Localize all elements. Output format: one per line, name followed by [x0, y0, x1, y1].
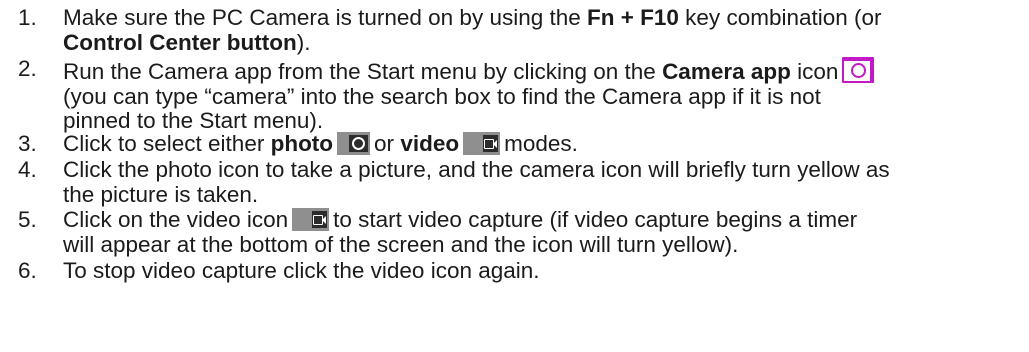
- key-combo: Fn + F10: [587, 5, 679, 30]
- step-number: 5.: [18, 207, 37, 232]
- text-line: To stop video capture click the video ic…: [63, 258, 540, 283]
- text-line: Make sure the PC Camera is turned on by …: [63, 5, 882, 30]
- text-line: Click to select either photo or video mode…: [63, 131, 578, 156]
- text-line: Click on the video icon to start video ca…: [63, 207, 858, 232]
- step-text: To stop video capture click the video ic…: [63, 258, 1023, 284]
- step-number: 4.: [18, 157, 37, 182]
- text-line: will appear at the bottom of the screen …: [63, 231, 739, 257]
- text-line: Control Center button).: [63, 29, 311, 55]
- text-line: Run the Camera app from the Start menu b…: [63, 57, 1023, 85]
- video-icon: [292, 208, 330, 231]
- step-text: Click the photo icon to take a picture, …: [63, 157, 1023, 207]
- text-line: the picture is taken.: [63, 181, 259, 207]
- text-line: pinned to the Start menu).: [63, 108, 324, 133]
- camera-app-label: Camera app: [662, 59, 791, 84]
- instruction-list: 1. Make sure the PC Camera is turned on …: [0, 0, 1029, 352]
- step-number: 1.: [18, 5, 37, 30]
- video-label: video: [400, 131, 460, 156]
- step-text: Click on the video icon to start video ca…: [63, 207, 1023, 257]
- video-mode-icon: [463, 132, 501, 155]
- photo-mode-icon: [337, 132, 371, 155]
- step-number: 2.: [18, 56, 37, 81]
- text-line: Click the photo icon to take a picture, …: [63, 157, 890, 182]
- control-center-label: Control Center button: [63, 29, 297, 55]
- step-number: 3.: [18, 131, 37, 156]
- step-text: Run the Camera app from the Start menu b…: [63, 57, 1023, 134]
- camera-app-icon: [842, 57, 875, 83]
- step-text: Make sure the PC Camera is turned on by …: [63, 5, 1023, 55]
- step-text: Click to select either photo or video mode…: [63, 131, 1023, 157]
- step-number: 6.: [18, 258, 37, 283]
- photo-label: photo: [270, 131, 334, 156]
- text-line: (you can type “camera” into the search b…: [63, 83, 821, 109]
